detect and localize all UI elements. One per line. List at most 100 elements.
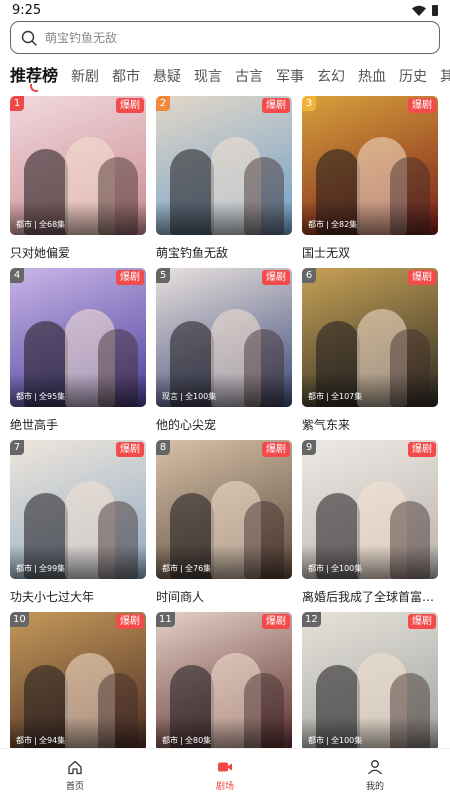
wifi-icon (412, 5, 426, 16)
drama-card[interactable]: 3 爆剧 都市 全82集 国士无双 (302, 96, 438, 268)
search-icon (21, 30, 37, 46)
drama-genre: 都市 (162, 736, 178, 745)
tab-8[interactable]: 热血 (358, 66, 386, 94)
drama-poster[interactable]: 7 爆剧 都市 全99集 (10, 440, 146, 579)
tab-label: 悬疑 (153, 69, 182, 85)
status-time: 9:25 (12, 2, 42, 18)
drama-meta: 都市 全82集 (308, 219, 357, 230)
drama-title[interactable]: 萌宝钓鱼无敌 (156, 244, 292, 261)
status-icons (412, 4, 438, 16)
drama-card[interactable]: 8 爆剧 都市 全76集时间商人 (156, 440, 292, 612)
drama-meta: 都市 全94集 (16, 735, 65, 746)
home-icon (68, 760, 82, 774)
drama-poster[interactable]: 3 爆剧 都市 全82集 (302, 96, 438, 235)
tab-4[interactable]: 现言 (194, 66, 222, 94)
drama-genre: 都市 (308, 736, 324, 745)
tab-5[interactable]: 古言 (235, 66, 263, 94)
hot-badge: 爆剧 (116, 98, 144, 113)
drama-card[interactable]: 9 爆剧都市全100集离婚后我成了全球首富的外孙女 (302, 440, 438, 612)
battery-icon (432, 4, 438, 16)
meta-divider (327, 392, 328, 401)
drama-meta: 都市 全76集 (162, 563, 211, 574)
meta-divider (35, 564, 36, 573)
tab-1[interactable]: 新剧 (71, 66, 99, 94)
meta-divider (35, 220, 36, 229)
drama-title[interactable]: 绝世高手 (10, 416, 146, 433)
tab-label: 其 (440, 69, 450, 85)
nav-label: 首页 (65, 781, 84, 792)
tab-label: 历史 (399, 69, 428, 85)
drama-card[interactable]: 6 爆剧 都市 全107集紫气东来 (302, 268, 438, 440)
active-tab-indicator (30, 84, 38, 92)
tab-3[interactable]: 悬疑 (153, 66, 181, 94)
nav-item-2[interactable]: 我的 (335, 758, 415, 792)
drama-card[interactable]: 2 爆剧萌宝钓鱼无敌 (156, 96, 292, 268)
drama-episodes: 全76集 (185, 564, 212, 573)
poster-shade (156, 201, 292, 235)
tab-0[interactable]: 推荐榜 (10, 62, 58, 94)
tab-10[interactable]: 其 (440, 66, 450, 94)
drama-title[interactable]: 只对她偏爱 (10, 244, 146, 261)
drama-poster[interactable]: 1 爆剧 都市 全68集 (10, 96, 146, 235)
drama-title[interactable]: 时间商人 (156, 588, 292, 605)
tab-2[interactable]: 都市 (112, 66, 140, 94)
drama-title[interactable]: 功夫小七过大年 (10, 588, 146, 605)
drama-title[interactable]: 国士无双 (302, 244, 438, 261)
drama-title[interactable]: 离婚后我成了全球首富的外孙女 (302, 588, 438, 605)
hot-badge: 爆剧 (408, 614, 436, 629)
drama-poster[interactable]: 8 爆剧 都市 全76集 (156, 440, 292, 579)
drama-poster[interactable]: 4 爆剧都市 全95集 (10, 268, 146, 407)
meta-divider (327, 220, 328, 229)
rank-badge: 12 (302, 612, 321, 627)
hot-badge: 爆剧 (408, 98, 436, 113)
tab-9[interactable]: 历史 (399, 66, 427, 94)
hot-badge: 爆剧 (262, 614, 290, 629)
drama-genre: 都市 (162, 564, 178, 573)
rank-badge: 7 (10, 440, 24, 455)
drama-episodes: 全82集 (331, 220, 358, 229)
drama-poster[interactable]: 6 爆剧 都市 全107集 (302, 268, 438, 407)
drama-grid: 1 爆剧 都市 全68集 只对她偏爱 2 爆剧 萌宝钓鱼无敌 3 爆剧 都市 全82集 国士无双 4 爆剧都… (10, 96, 440, 784)
tab-6[interactable]: 军事 (276, 66, 304, 94)
tab-label: 玄幻 (317, 69, 346, 85)
drama-title[interactable]: 他的心尖宠 (156, 416, 292, 433)
drama-poster[interactable]: 9 爆剧 都市 全100集 (302, 440, 438, 579)
drama-episodes: 全107集 (331, 392, 363, 401)
drama-poster[interactable]: 2 爆剧 (156, 96, 292, 235)
tab-label: 推荐榜 (10, 66, 59, 85)
search-box[interactable] (10, 21, 440, 54)
drama-genre: 都市 (308, 564, 324, 573)
drama-episodes: 全68集 (39, 220, 66, 229)
tab-7[interactable]: 玄幻 (317, 66, 345, 94)
tab-label: 军事 (276, 69, 305, 85)
hot-badge: 爆剧 (116, 270, 144, 285)
rank-badge: 4 (10, 268, 24, 283)
search-input[interactable] (45, 30, 429, 45)
nav-item-0[interactable]: 首页 (35, 758, 115, 792)
rank-badge: 6 (302, 268, 316, 283)
drama-meta: 都市 全100集 (308, 735, 362, 746)
meta-divider (181, 392, 182, 401)
drama-genre: 都市 (308, 392, 324, 401)
drama-episodes: 全95集 (39, 392, 66, 401)
drama-genre: 现言 (162, 392, 178, 401)
drama-meta: 现言 全100集 (162, 391, 216, 402)
drama-title[interactable]: 紫气东来 (302, 416, 438, 433)
drama-genre: 都市 (16, 220, 32, 229)
drama-poster[interactable]: 12 爆剧都市 全100集 (302, 612, 438, 751)
drama-episodes: 全100集 (185, 392, 217, 401)
drama-poster[interactable]: 5 爆剧 现言 全100集 (156, 268, 292, 407)
drama-card[interactable]: 7 爆剧 都市 全99集功夫小七过大年 (10, 440, 146, 612)
drama-poster[interactable]: 10 爆剧 都市 全94集 (10, 612, 146, 751)
tab-label: 现言 (194, 69, 223, 85)
tab-label: 新剧 (71, 69, 100, 85)
drama-genre: 都市 (16, 392, 32, 401)
drama-poster[interactable]: 11 爆剧 都市 全80集 (156, 612, 292, 751)
drama-meta: 都市 全100集 (308, 563, 362, 574)
drama-card[interactable]: 1 爆剧 都市 全68集 只对她偏爱 (10, 96, 146, 268)
rank-badge: 9 (302, 440, 316, 455)
drama-episodes: 全100集 (331, 564, 363, 573)
drama-card[interactable]: 4 爆剧都市 全95集绝世高手 (10, 268, 146, 440)
nav-item-1[interactable]: 剧场 (185, 758, 265, 792)
drama-card[interactable]: 5 爆剧 现言 全100集他的心尖宠 (156, 268, 292, 440)
